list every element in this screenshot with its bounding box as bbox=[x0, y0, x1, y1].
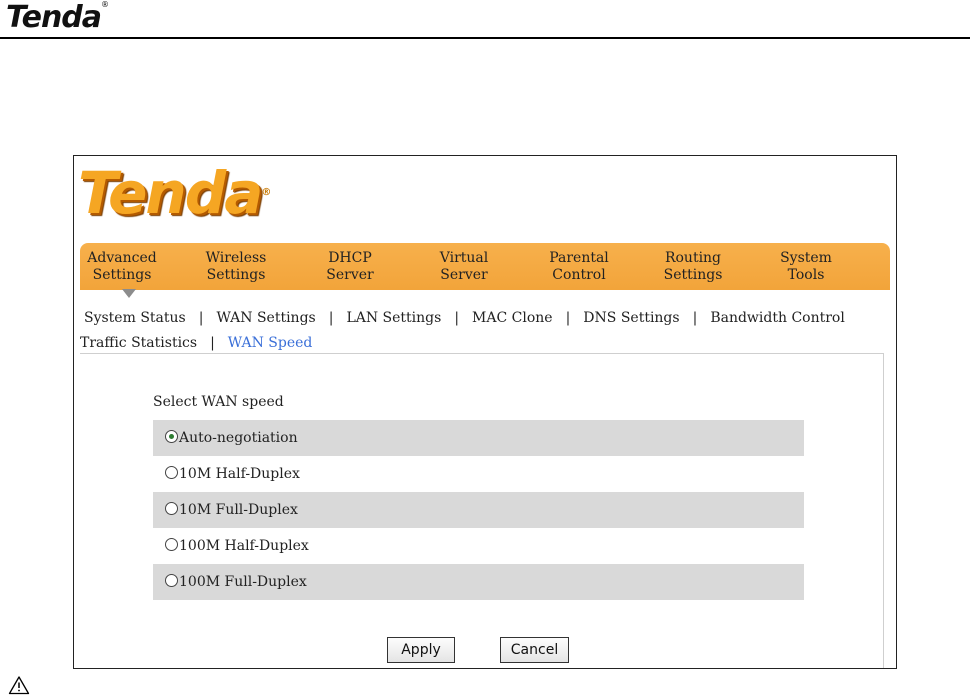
apply-button[interactable]: Apply bbox=[387, 637, 455, 663]
menu-parental-control[interactable]: Parental Control bbox=[529, 250, 629, 284]
menu-advanced-settings[interactable]: Advanced Settings bbox=[74, 250, 172, 284]
radio-unchecked-icon[interactable] bbox=[165, 574, 178, 587]
option-100m-half-duplex[interactable]: 100M Half-Duplex bbox=[153, 528, 804, 564]
option-10m-full-duplex[interactable]: 10M Full-Duplex bbox=[153, 492, 804, 528]
menu-virtual-server[interactable]: Virtual Server bbox=[414, 250, 514, 284]
header-rule bbox=[0, 37, 970, 39]
radio-unchecked-icon[interactable] bbox=[165, 466, 178, 479]
radio-unchecked-icon[interactable] bbox=[165, 502, 178, 515]
menu-dhcp-server[interactable]: DHCP Server bbox=[300, 250, 400, 284]
cancel-button[interactable]: Cancel bbox=[500, 637, 569, 663]
submenu: System Status | WAN Settings | LAN Settings |… bbox=[80, 310, 845, 351]
option-100m-full-duplex[interactable]: 100M Full-Duplex bbox=[153, 564, 804, 600]
wan-speed-panel: Select WAN speed Auto-negotiation 10M Ha… bbox=[80, 353, 884, 668]
tenda-logo: Tenda® bbox=[78, 159, 271, 227]
document-header: Tenda® bbox=[0, 0, 970, 40]
main-menu-bar: Advanced Settings Wireless Settings DHCP Se… bbox=[80, 243, 890, 290]
radio-unchecked-icon[interactable] bbox=[165, 538, 178, 551]
radio-checked-icon[interactable] bbox=[165, 430, 178, 443]
router-admin-window: Tenda® Advanced Settings Wireless Settings… bbox=[73, 155, 897, 669]
menu-wireless-settings[interactable]: Wireless Settings bbox=[186, 250, 286, 284]
menu-routing-settings[interactable]: Routing Settings bbox=[643, 250, 743, 284]
menu-system-tools[interactable]: System Tools bbox=[756, 250, 856, 284]
submenu-traffic-statistics[interactable]: Traffic Statistics bbox=[80, 335, 197, 351]
submenu-mac-clone[interactable]: MAC Clone bbox=[472, 310, 553, 326]
submenu-dns-settings[interactable]: DNS Settings bbox=[583, 310, 679, 326]
option-10m-half-duplex[interactable]: 10M Half-Duplex bbox=[153, 456, 804, 492]
submenu-lan-settings[interactable]: LAN Settings bbox=[346, 310, 441, 326]
submenu-system-status[interactable]: System Status bbox=[84, 310, 186, 326]
submenu-bandwidth-control[interactable]: Bandwidth Control bbox=[710, 310, 845, 326]
submenu-wan-speed[interactable]: WAN Speed bbox=[228, 335, 313, 351]
warning-triangle-icon bbox=[8, 676, 30, 695]
submenu-wan-settings[interactable]: WAN Settings bbox=[216, 310, 315, 326]
active-menu-pointer-icon bbox=[122, 289, 136, 298]
option-auto-negotiation[interactable]: Auto-negotiation bbox=[153, 420, 804, 456]
doc-tenda-logo: Tenda® bbox=[6, 0, 109, 35]
select-wan-speed-label: Select WAN speed bbox=[153, 394, 284, 410]
